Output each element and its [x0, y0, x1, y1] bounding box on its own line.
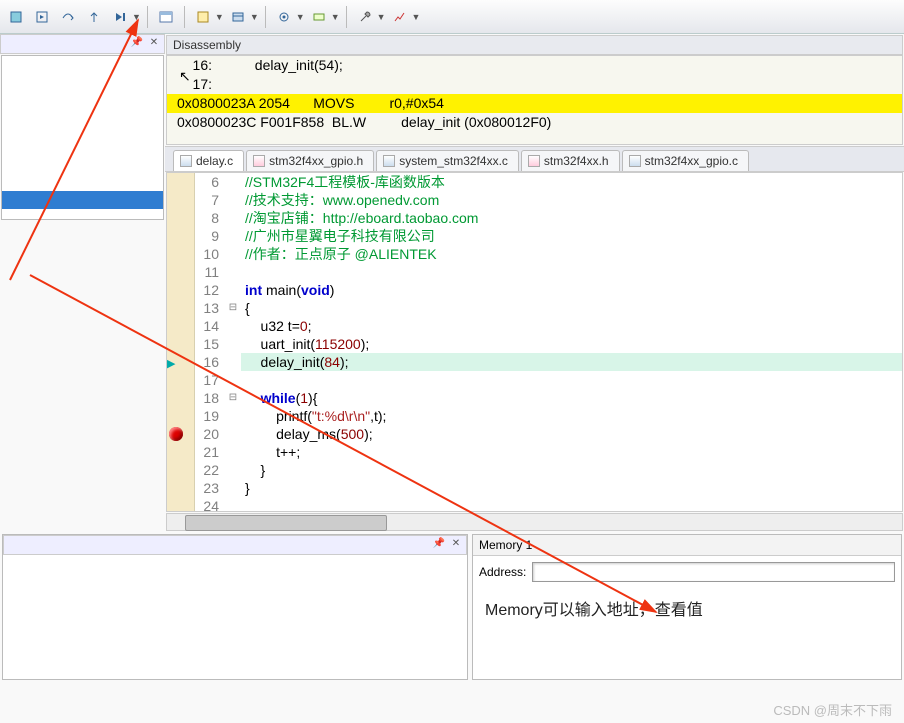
disassembly-title: Disassembly — [166, 35, 903, 55]
tab-system_stm32f4xx-c[interactable]: system_stm32f4xx.c — [376, 150, 519, 171]
tab-delay-c[interactable]: delay.c — [173, 150, 244, 171]
dropdown-icon[interactable]: ▼ — [296, 12, 305, 22]
panel-dock-header: 📌 ✕ — [0, 34, 165, 54]
memory-title: Memory 1 — [473, 535, 901, 556]
tb-runto[interactable] — [108, 5, 132, 29]
tab-stm32f4xx_gpio-c[interactable]: stm32f4xx_gpio.c — [622, 150, 749, 171]
dropdown-icon[interactable]: ▼ — [250, 12, 259, 22]
address-label: Address: — [479, 565, 526, 579]
dropdown-icon[interactable]: ▼ — [331, 12, 340, 22]
project-tree[interactable] — [1, 55, 164, 220]
tab-stm32f4xx-h[interactable]: stm32f4xx.h — [521, 150, 620, 171]
tb-mem[interactable] — [226, 5, 250, 29]
tb-tools[interactable] — [353, 5, 377, 29]
disassembly-view[interactable]: ↖ 16: delay_init(54); 17:0x0800023A 2054… — [166, 55, 903, 145]
dropdown-icon[interactable]: ▼ — [215, 12, 224, 22]
tb-reset[interactable] — [4, 5, 28, 29]
dropdown-icon[interactable]: ▼ — [132, 12, 141, 22]
tb-serial[interactable] — [307, 5, 331, 29]
tb-analyze[interactable] — [388, 5, 412, 29]
tab-stm32f4xx_gpio-h[interactable]: stm32f4xx_gpio.h — [246, 150, 374, 171]
memory-note: Memory可以输入地址，查看值 — [473, 588, 901, 628]
tb-stepout[interactable] — [82, 5, 106, 29]
tb-regs[interactable] — [191, 5, 215, 29]
address-input[interactable] — [532, 562, 895, 582]
close-icon[interactable]: ✕ — [449, 538, 463, 552]
debug-toolbar: ▼ ▼ ▼ ▼ ▼ ▼ ▼ — [0, 0, 904, 34]
project-selected-item[interactable] — [2, 191, 163, 209]
dropdown-icon[interactable]: ▼ — [377, 12, 386, 22]
editor-tabs: delay.cstm32f4xx_gpio.hsystem_stm32f4xx.… — [165, 146, 904, 172]
horizontal-scrollbar[interactable] — [166, 513, 903, 531]
tb-watch[interactable] — [272, 5, 296, 29]
project-panel-col: 📌 ✕ — [0, 34, 165, 532]
close-icon[interactable]: ✕ — [147, 37, 161, 51]
tb-step[interactable] — [30, 5, 54, 29]
memory-panel: Memory 1 Address: Memory可以输入地址，查看值 — [472, 534, 902, 680]
watermark: CSDN @周末不下雨 — [773, 700, 892, 719]
output-panel[interactable]: 📌 ✕ — [2, 534, 468, 680]
cursor-icon: ↖ — [179, 68, 191, 85]
pin-icon[interactable]: 📌 — [130, 37, 144, 51]
tb-stepover[interactable] — [56, 5, 80, 29]
code-editor[interactable]: ▶ 678910111213141516171819202122232425 ⊟… — [166, 172, 903, 512]
dropdown-icon[interactable]: ▼ — [412, 12, 421, 22]
tb-window[interactable] — [154, 5, 178, 29]
pin-icon[interactable]: 📌 — [432, 538, 446, 552]
